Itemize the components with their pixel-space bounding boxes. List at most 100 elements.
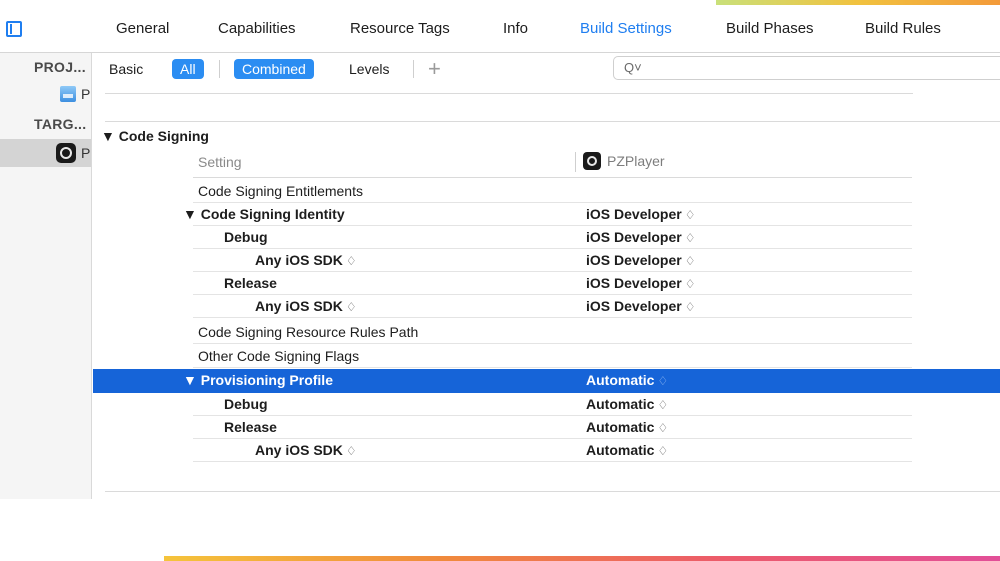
project-navigator: PROJ... P TARG... P bbox=[0, 53, 92, 499]
setting-name: Release bbox=[224, 419, 277, 435]
popup-stepper-icon: ♢ bbox=[684, 254, 696, 268]
setting-row[interactable]: Any iOS SDK ♢ iOS Developer ♢ bbox=[93, 295, 1000, 318]
setting-row[interactable]: Debug Automatic ♢ bbox=[93, 393, 1000, 416]
row-divider bbox=[193, 343, 912, 344]
popup-stepper-icon: ♢ bbox=[684, 300, 696, 314]
setting-value[interactable]: Automatic ♢ bbox=[586, 396, 668, 412]
setting-name: Debug bbox=[224, 396, 268, 412]
row-divider bbox=[193, 367, 912, 368]
levels-filter-button[interactable]: Levels bbox=[341, 59, 397, 79]
divider bbox=[105, 121, 1000, 122]
setting-name: ▼ Code Signing Identity bbox=[183, 206, 345, 222]
all-filter-button[interactable]: All bbox=[172, 59, 204, 79]
app-target-icon bbox=[583, 152, 601, 170]
setting-value[interactable]: Automatic ♢ bbox=[586, 442, 668, 458]
setting-name[interactable]: Any iOS SDK ♢ bbox=[255, 442, 357, 458]
setting-row[interactable]: Release Automatic ♢ bbox=[93, 416, 1000, 439]
setting-name: Release bbox=[224, 275, 277, 291]
target-column-label: PZPlayer bbox=[607, 153, 665, 169]
popup-stepper-icon: ♢ bbox=[684, 208, 696, 222]
setting-row-selected[interactable]: ▼ Provisioning Profile Automatic ♢ bbox=[93, 369, 1000, 393]
setting-value-text: iOS Developer bbox=[586, 252, 682, 268]
popup-stepper-icon: ♢ bbox=[684, 277, 696, 291]
setting-name[interactable]: Any iOS SDK ♢ bbox=[255, 298, 357, 314]
popup-stepper-icon: ♢ bbox=[657, 374, 669, 388]
app-target-icon bbox=[56, 143, 76, 163]
divider bbox=[193, 177, 912, 178]
setting-value-text: Automatic bbox=[586, 442, 655, 458]
build-settings-filter-bar: Basic All Combined Levels + Q˅ bbox=[93, 53, 1000, 85]
divider bbox=[105, 491, 1000, 492]
tab-info[interactable]: Info bbox=[503, 20, 528, 37]
setting-value-text: Automatic bbox=[586, 372, 655, 388]
setting-name: Debug bbox=[224, 229, 268, 245]
setting-row[interactable]: Code Signing Entitlements bbox=[93, 180, 1000, 203]
setting-value[interactable]: Automatic ♢ bbox=[586, 419, 668, 435]
tab-build-rules[interactable]: Build Rules bbox=[865, 20, 941, 37]
project-section-header: PROJ... bbox=[34, 59, 86, 75]
filter-divider bbox=[219, 60, 220, 78]
project-item-label: P bbox=[81, 86, 91, 102]
setting-value[interactable]: iOS Developer ♢ bbox=[586, 206, 695, 222]
tab-general[interactable]: General bbox=[116, 20, 169, 37]
filter-divider bbox=[413, 60, 414, 78]
setting-name[interactable]: Any iOS SDK ♢ bbox=[255, 252, 357, 268]
popup-stepper-icon: ♢ bbox=[345, 444, 357, 458]
setting-value-text: Automatic bbox=[586, 419, 655, 435]
decorative-gradient-bottom bbox=[164, 556, 1000, 561]
tab-capabilities[interactable]: Capabilities bbox=[218, 20, 296, 37]
setting-value[interactable]: Automatic ♢ bbox=[586, 372, 668, 388]
search-input[interactable]: Q˅ bbox=[613, 56, 1000, 80]
target-column-header: PZPlayer bbox=[583, 152, 665, 170]
popup-stepper-icon: ♢ bbox=[345, 254, 357, 268]
code-signing-section-header[interactable]: ▼ Code Signing bbox=[101, 128, 209, 144]
setting-name: ▼ Provisioning Profile bbox=[183, 372, 333, 388]
popup-stepper-icon: ♢ bbox=[684, 231, 696, 245]
row-divider bbox=[193, 317, 912, 318]
build-settings-table: ▼ Code Signing Setting PZPlayer Code Sig… bbox=[93, 86, 1000, 499]
setting-row[interactable]: Any iOS SDK ♢ Automatic ♢ bbox=[93, 439, 1000, 462]
search-icon: Q˅ bbox=[624, 60, 642, 75]
sidebar-toggle-icon[interactable] bbox=[6, 21, 22, 37]
divider bbox=[105, 93, 913, 94]
setting-name-text: Any iOS SDK bbox=[255, 442, 343, 458]
setting-row[interactable]: Release iOS Developer ♢ bbox=[93, 272, 1000, 295]
project-file-icon bbox=[60, 86, 76, 102]
setting-name: Code Signing Entitlements bbox=[198, 183, 363, 199]
setting-row[interactable]: Debug iOS Developer ♢ bbox=[93, 226, 1000, 249]
row-divider bbox=[193, 461, 912, 462]
popup-stepper-icon: ♢ bbox=[345, 300, 357, 314]
basic-filter-button[interactable]: Basic bbox=[101, 59, 151, 79]
add-setting-button[interactable]: + bbox=[428, 56, 441, 82]
targets-section-header: TARG... bbox=[34, 116, 87, 132]
setting-value-text: iOS Developer bbox=[586, 298, 682, 314]
setting-value[interactable]: iOS Developer ♢ bbox=[586, 229, 695, 245]
popup-stepper-icon: ♢ bbox=[657, 421, 669, 435]
setting-value[interactable]: iOS Developer ♢ bbox=[586, 252, 695, 268]
target-item[interactable]: P bbox=[0, 139, 91, 167]
setting-value-text: iOS Developer bbox=[586, 206, 682, 222]
popup-stepper-icon: ♢ bbox=[657, 444, 669, 458]
setting-value-text: Automatic bbox=[586, 396, 655, 412]
setting-row[interactable]: Code Signing Resource Rules Path bbox=[93, 321, 1000, 344]
project-item[interactable]: P bbox=[0, 80, 91, 108]
setting-name-text: Any iOS SDK bbox=[255, 252, 343, 268]
column-divider bbox=[575, 152, 576, 172]
setting-column-header: Setting bbox=[198, 154, 242, 170]
setting-row[interactable]: Any iOS SDK ♢ iOS Developer ♢ bbox=[93, 249, 1000, 272]
combined-filter-button[interactable]: Combined bbox=[234, 59, 314, 79]
setting-name: Other Code Signing Flags bbox=[198, 348, 360, 364]
setting-value-text: iOS Developer bbox=[586, 229, 682, 245]
setting-name: Code Signing Resource Rules Path bbox=[198, 324, 419, 340]
setting-row[interactable]: ▼ Code Signing Identity iOS Developer ♢ bbox=[93, 203, 1000, 226]
setting-value[interactable]: iOS Developer ♢ bbox=[586, 298, 695, 314]
setting-name-text: Any iOS SDK bbox=[255, 298, 343, 314]
tab-build-phases[interactable]: Build Phases bbox=[726, 20, 814, 37]
setting-value[interactable]: iOS Developer ♢ bbox=[586, 275, 695, 291]
tab-resource-tags[interactable]: Resource Tags bbox=[350, 20, 450, 37]
editor-tab-bar: General Capabilities Resource Tags Info … bbox=[0, 5, 1000, 53]
tab-build-settings[interactable]: Build Settings bbox=[580, 20, 672, 37]
popup-stepper-icon: ♢ bbox=[657, 398, 669, 412]
setting-row[interactable]: Other Code Signing Flags bbox=[93, 345, 1000, 368]
setting-value-text: iOS Developer bbox=[586, 275, 682, 291]
